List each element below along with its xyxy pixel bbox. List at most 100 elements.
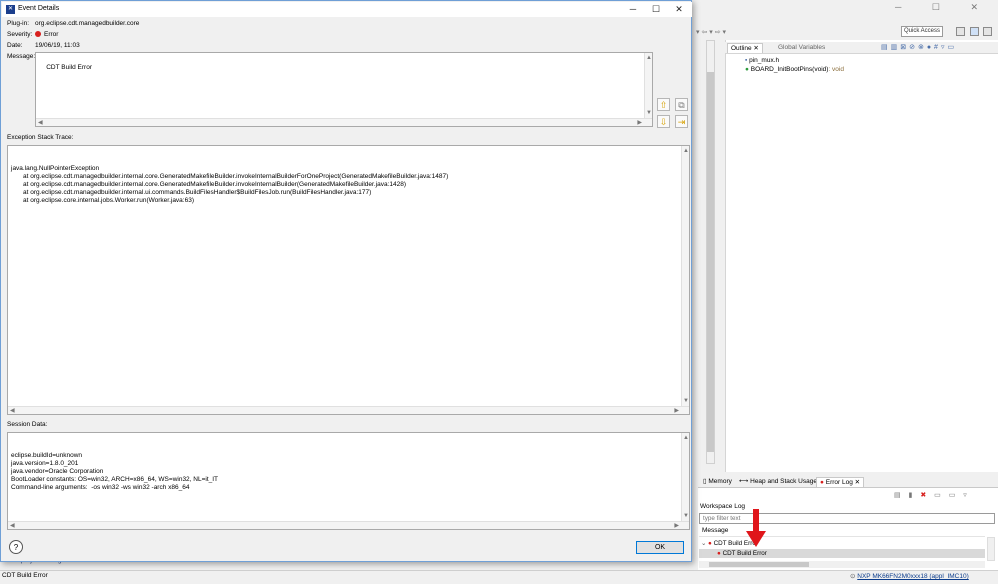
nav-arrows-icon[interactable]: ▾ ⇦ ▾ ⇨ ▾ bbox=[696, 28, 726, 36]
editor-scroll-thumb[interactable] bbox=[707, 72, 714, 452]
scroll-up-icon[interactable]: ▲ bbox=[646, 54, 652, 62]
text-line: Command-line arguments: -os win32 -ws wi… bbox=[11, 484, 190, 491]
copy-button[interactable]: ⧉ bbox=[675, 98, 688, 111]
tab-outline[interactable]: Outline ✕ bbox=[727, 43, 763, 53]
outline-pane bbox=[725, 40, 998, 472]
scroll-up-icon[interactable]: ▲ bbox=[683, 147, 689, 155]
error-icon: ● bbox=[717, 550, 721, 557]
tab-error-log-label: Error Log bbox=[825, 479, 853, 486]
stack-trace-label: Exception Stack Trace: bbox=[7, 134, 74, 141]
session-data-lines: eclipse.buildId=unknown java.version=1.8.… bbox=[11, 452, 686, 492]
stack-trace-textarea[interactable]: java.lang.NullPointerException at org.ecl… bbox=[7, 145, 690, 415]
log-row-label: CDT Build Error bbox=[722, 550, 767, 557]
outline-tab-bar: Outline ✕ Global Variables ▤▥⊠⊘⊗●#▿▭ bbox=[725, 42, 998, 54]
text-line: java.version=1.8.0_201 bbox=[11, 460, 79, 467]
stack-vscroll[interactable]: ▲ ▼ bbox=[681, 146, 689, 414]
scroll-left-icon[interactable]: ◀ bbox=[10, 407, 15, 414]
workspace-log-title: Workspace Log bbox=[700, 503, 746, 510]
message-column-header[interactable]: Message bbox=[699, 527, 985, 537]
close-button[interactable]: ✕ bbox=[668, 3, 690, 16]
error-icon bbox=[35, 31, 41, 37]
ok-button[interactable]: OK bbox=[636, 541, 684, 554]
log-row[interactable]: ● CDT Build Error bbox=[699, 549, 985, 558]
outline-item-label: pin_mux.h bbox=[749, 57, 780, 64]
previous-event-button[interactable]: ⇧ bbox=[657, 98, 670, 111]
status-bar bbox=[0, 570, 998, 584]
text-line: java.vendor=Oracle Corporation bbox=[11, 468, 104, 475]
stack-hscroll[interactable]: ◀ ▶ bbox=[8, 406, 689, 414]
red-arrow-annotation bbox=[746, 509, 766, 547]
date-value: 19/06/19, 11:03 bbox=[35, 42, 80, 49]
scroll-down-icon[interactable]: ▼ bbox=[683, 512, 689, 520]
filter-button[interactable]: ⇥ bbox=[675, 115, 688, 128]
tab-memory-label: Memory bbox=[708, 478, 732, 485]
tab-heap-stack-label: Heap and Stack Usage bbox=[750, 478, 817, 485]
help-button[interactable]: ? bbox=[9, 540, 23, 554]
session-data-textarea[interactable]: eclipse.buildId=unknown java.version=1.8.… bbox=[7, 432, 690, 530]
quick-access-input[interactable]: Quick Access bbox=[901, 26, 943, 37]
error-icon: ● bbox=[708, 540, 712, 547]
debug-perspective-icon[interactable] bbox=[970, 27, 979, 36]
scroll-right-icon[interactable]: ▶ bbox=[674, 407, 679, 414]
outline-item-pin-mux[interactable]: ▪ pin_mux.h bbox=[745, 57, 779, 64]
status-project-link[interactable]: ⊙ NXP MK66FN2M0xxx18 (appl_IMC10) bbox=[850, 572, 969, 580]
arrow-down-icon: ⇩ bbox=[659, 117, 668, 127]
error-log-hscroll[interactable] bbox=[699, 561, 985, 568]
message-hscroll[interactable]: ◀ ▶ bbox=[36, 118, 652, 126]
tab-heap-stack[interactable]: ⟷ Heap and Stack Usage bbox=[736, 477, 820, 487]
tab-global-variables[interactable]: Global Variables bbox=[775, 43, 828, 53]
outline-item-type: : void bbox=[828, 66, 844, 73]
cpp-perspective-icon[interactable] bbox=[983, 27, 992, 36]
outline-toolbar-icons[interactable]: ▤▥⊠⊘⊗●#▿▭ bbox=[881, 43, 957, 51]
severity-label: Severity: bbox=[7, 31, 33, 38]
scroll-right-icon[interactable]: ▶ bbox=[674, 522, 679, 529]
arrow-up-icon: ⇧ bbox=[659, 100, 668, 110]
error-log-icon: ● bbox=[820, 479, 824, 486]
next-event-button[interactable]: ⇩ bbox=[657, 115, 670, 128]
filter-input[interactable] bbox=[699, 513, 995, 524]
workbench-window-controls[interactable]: ─ ☐ ✕ bbox=[895, 2, 992, 13]
session-data-label: Session Data: bbox=[7, 421, 48, 428]
scroll-up-icon[interactable]: ▲ bbox=[683, 434, 689, 442]
tab-memory[interactable]: ▯ Memory bbox=[700, 477, 735, 487]
filter-icon: ⇥ bbox=[677, 117, 686, 127]
message-vscroll[interactable]: ▲ ▼ bbox=[644, 53, 652, 126]
minimize-button[interactable]: ─ bbox=[622, 3, 644, 16]
stack-trace-lines: java.lang.NullPointerException at org.ecl… bbox=[11, 165, 686, 205]
scroll-right-icon[interactable]: ▶ bbox=[637, 119, 642, 126]
tab-global-variables-label: Global Variables bbox=[778, 44, 826, 51]
function-icon: ● bbox=[745, 66, 749, 73]
text-line: at org.eclipse.cdt.managedbuilder.intern… bbox=[23, 189, 372, 196]
plugin-value: org.eclipse.cdt.managedbuilder.core bbox=[35, 20, 140, 27]
dialog-titlebar[interactable]: ✕ Event Details ─ ☐ ✕ bbox=[2, 2, 692, 17]
tab-error-log[interactable]: ● Error Log ✕ bbox=[816, 477, 865, 487]
scroll-left-icon[interactable]: ◀ bbox=[38, 119, 43, 126]
maximize-button[interactable]: ☐ bbox=[645, 3, 667, 16]
scroll-down-icon[interactable]: ▼ bbox=[646, 109, 652, 117]
error-log-toolbar-icons[interactable]: ▤ ▮ ✖ ▭ ▭ ▿ bbox=[894, 491, 970, 499]
tab-outline-label: Outline bbox=[731, 45, 752, 52]
session-hscroll[interactable]: ◀ ▶ bbox=[8, 521, 689, 529]
perspective-icon[interactable] bbox=[956, 27, 965, 36]
chevron-down-icon: ⌄ bbox=[701, 540, 707, 547]
status-message: CDT Build Error bbox=[2, 572, 48, 579]
dialog-title: Event Details bbox=[18, 5, 60, 12]
text-line: at org.eclipse.core.internal.jobs.Worker… bbox=[23, 197, 195, 204]
text-line: at org.eclipse.cdt.managedbuilder.intern… bbox=[23, 173, 449, 180]
text-line: BootLoader constants: OS=win32, ARCH=x86… bbox=[11, 476, 219, 483]
bottom-tab-bar: ▯ Memory ⟷ Heap and Stack Usage ● Error … bbox=[698, 476, 998, 488]
text-line: at org.eclipse.cdt.managedbuilder.intern… bbox=[23, 181, 407, 188]
outline-item-label: BOARD_InitBootPins(void) bbox=[750, 66, 829, 73]
outline-item-board-init[interactable]: ● BOARD_InitBootPins(void): void bbox=[745, 66, 844, 73]
severity-text: Error bbox=[44, 31, 59, 38]
status-project-label: NXP MK66FN2M0xxx18 (appl_IMC10) bbox=[857, 573, 969, 580]
message-textarea[interactable]: CDT Build Error ▲ ▼ ◀ ▶ bbox=[35, 52, 653, 127]
copy-icon: ⧉ bbox=[678, 100, 685, 110]
scroll-left-icon[interactable]: ◀ bbox=[10, 522, 15, 529]
error-log-vscroll[interactable] bbox=[987, 537, 995, 561]
text-line: eclipse.buildId=unknown bbox=[11, 452, 83, 459]
session-vscroll[interactable]: ▲ ▼ bbox=[681, 433, 689, 529]
scroll-down-icon[interactable]: ▼ bbox=[683, 397, 689, 405]
plugin-label: Plug-in: bbox=[7, 20, 30, 27]
event-details-dialog: ✕ Event Details ─ ☐ ✕ Plug-in: org.eclip… bbox=[0, 0, 692, 562]
